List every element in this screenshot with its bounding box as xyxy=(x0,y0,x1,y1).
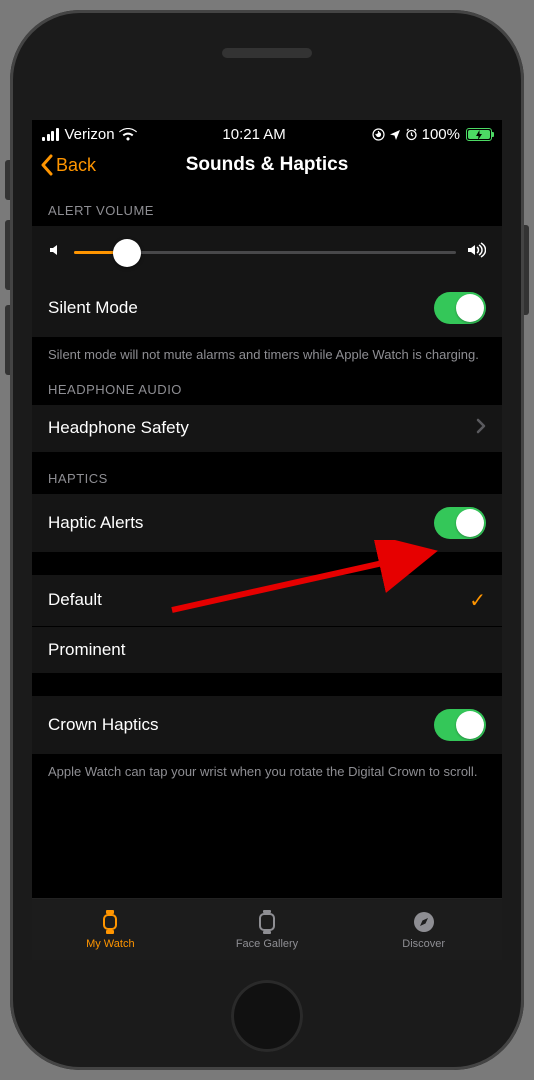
volume-down-button xyxy=(5,305,10,375)
tab-face-gallery[interactable]: Face Gallery xyxy=(189,899,346,960)
carrier-label: Verizon xyxy=(65,126,115,143)
back-label: Back xyxy=(56,155,96,176)
alarm-icon xyxy=(405,128,418,141)
crown-haptics-row[interactable]: Crown Haptics xyxy=(32,696,502,755)
watch-icon xyxy=(99,909,121,935)
battery-percent-label: 100% xyxy=(422,126,460,143)
screen: Verizon 10:21 AM 100% xyxy=(32,120,502,960)
crown-haptics-toggle[interactable] xyxy=(434,709,486,741)
crown-haptics-note: Apple Watch can tap your wrist when you … xyxy=(32,755,502,781)
tab-label: Face Gallery xyxy=(236,938,298,950)
side-button xyxy=(5,160,10,200)
tab-label: My Watch xyxy=(86,938,135,950)
battery-icon xyxy=(464,128,492,141)
cell-signal-icon xyxy=(42,128,59,141)
orientation-lock-icon xyxy=(372,128,385,141)
compass-icon xyxy=(412,909,436,935)
default-option-row[interactable]: Default ✓ xyxy=(32,575,502,627)
section-header-headphone: HEADPHONE AUDIO xyxy=(32,364,502,405)
chevron-right-icon xyxy=(476,418,486,439)
settings-content: ALERT VOLUME Silent Mode Silent mode wil… xyxy=(32,185,502,780)
phone-frame: Verizon 10:21 AM 100% xyxy=(10,10,524,1070)
haptic-alerts-toggle[interactable] xyxy=(434,507,486,539)
tab-discover[interactable]: Discover xyxy=(345,899,502,960)
headphone-safety-label: Headphone Safety xyxy=(48,418,189,438)
alert-volume-slider[interactable] xyxy=(74,251,456,254)
slider-thumb[interactable] xyxy=(113,239,141,267)
location-icon xyxy=(389,129,401,141)
status-bar: Verizon 10:21 AM 100% xyxy=(32,120,502,145)
volume-up-button xyxy=(5,220,10,290)
tab-bar: My Watch Face Gallery Discover xyxy=(32,898,502,960)
chevron-left-icon xyxy=(40,154,54,176)
home-button[interactable] xyxy=(231,980,303,1052)
tab-my-watch[interactable]: My Watch xyxy=(32,899,189,960)
default-label: Default xyxy=(48,590,102,610)
headphone-safety-row[interactable]: Headphone Safety xyxy=(32,405,502,453)
clock-label: 10:21 AM xyxy=(222,126,285,143)
volume-high-icon xyxy=(466,242,486,263)
checkmark-icon: ✓ xyxy=(469,588,486,613)
back-button[interactable]: Back xyxy=(40,154,96,176)
silent-mode-row[interactable]: Silent Mode xyxy=(32,279,502,338)
wifi-icon xyxy=(119,128,137,141)
section-header-alert-volume: ALERT VOLUME xyxy=(32,185,502,226)
section-header-haptics: HAPTICS xyxy=(32,453,502,494)
haptic-alerts-label: Haptic Alerts xyxy=(48,513,143,533)
volume-low-icon xyxy=(48,242,64,263)
crown-haptics-label: Crown Haptics xyxy=(48,715,159,735)
silent-mode-toggle[interactable] xyxy=(434,292,486,324)
alert-volume-slider-row xyxy=(32,226,502,279)
tab-label: Discover xyxy=(402,938,445,950)
navigation-bar: Back Sounds & Haptics xyxy=(32,145,502,185)
haptic-alerts-row[interactable]: Haptic Alerts xyxy=(32,494,502,553)
face-gallery-icon xyxy=(256,909,278,935)
prominent-option-row[interactable]: Prominent xyxy=(32,627,502,674)
page-title: Sounds & Haptics xyxy=(186,154,349,176)
power-button xyxy=(524,225,529,315)
silent-mode-label: Silent Mode xyxy=(48,298,138,318)
prominent-label: Prominent xyxy=(48,640,125,660)
silent-mode-note: Silent mode will not mute alarms and tim… xyxy=(32,338,502,364)
